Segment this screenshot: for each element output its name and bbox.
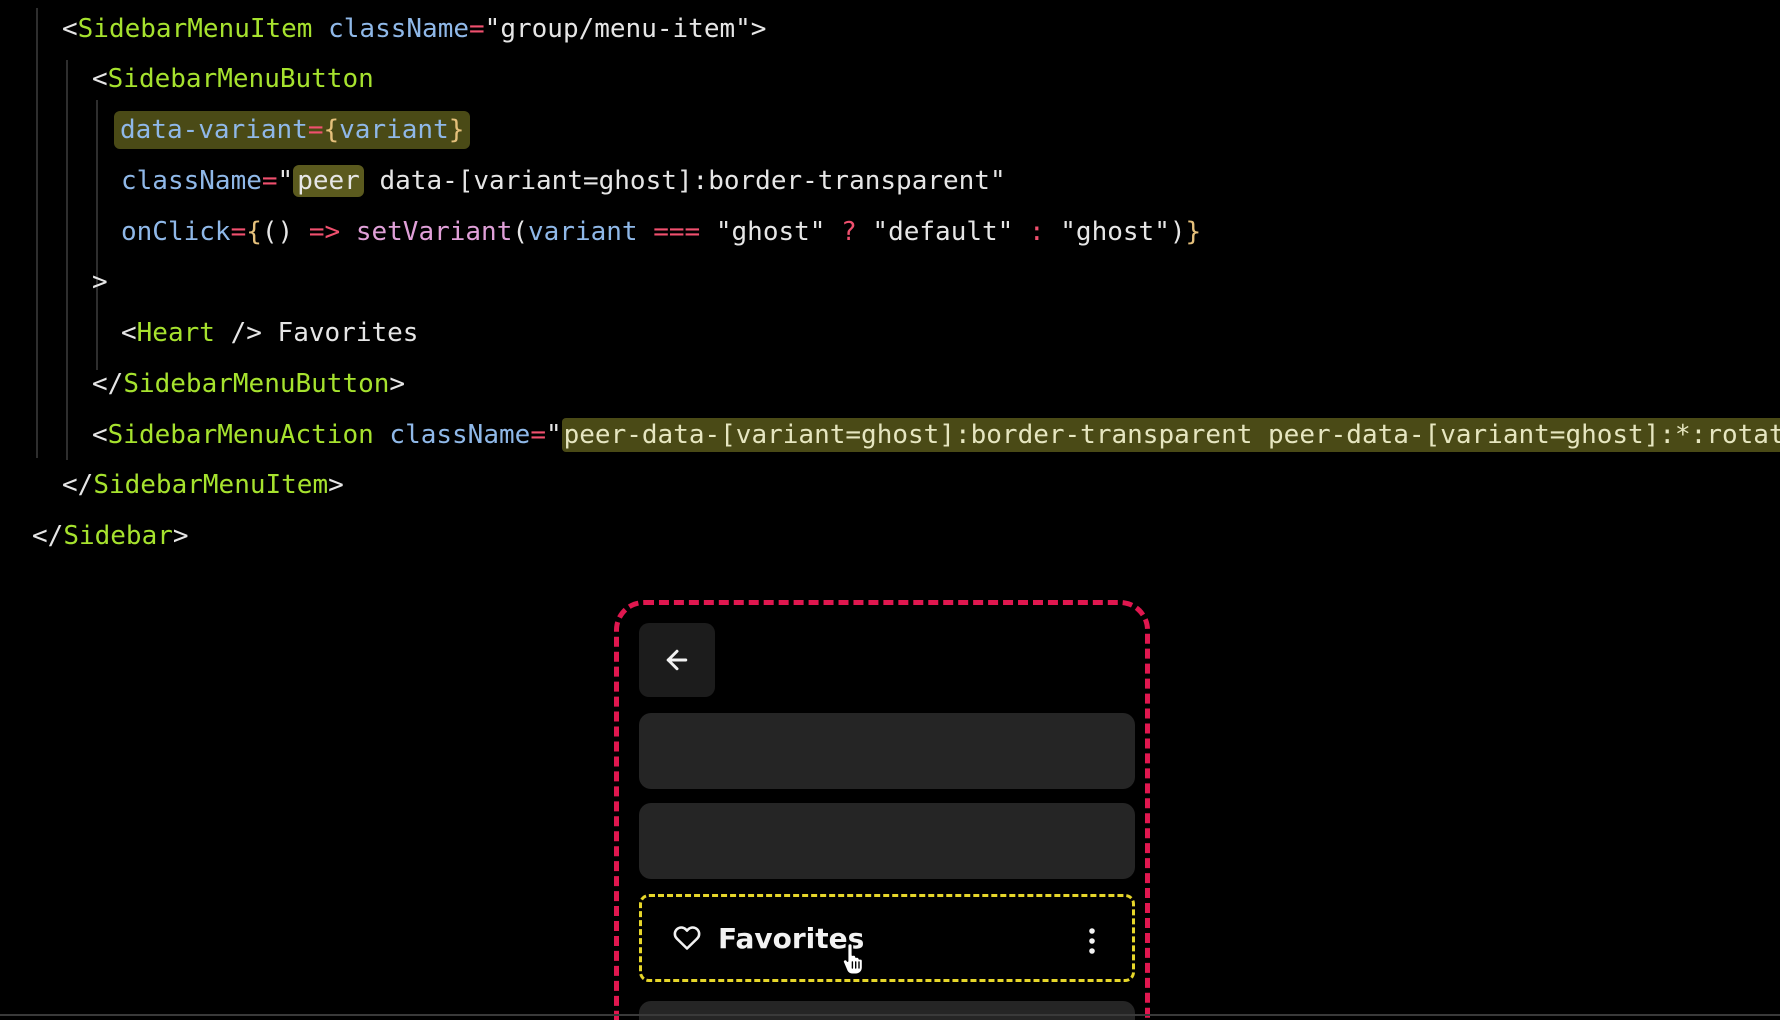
favorites-menu-item[interactable]: Favorites	[639, 894, 1135, 982]
code-line-1: <SidebarMenuItem className="group/menu-i…	[62, 9, 766, 49]
code-token: "	[277, 166, 294, 196]
sidebar-demo: Favorites	[614, 600, 1150, 1020]
code-token: Heart	[136, 318, 215, 348]
code-token-highlight: peer-data-[variant=ghost]:border-transpa…	[561, 418, 1780, 452]
code-token: data-variant	[120, 115, 308, 145]
code-token: </	[92, 369, 124, 399]
code-token: SidebarMenuButton	[107, 64, 374, 94]
sidebar-menu-item[interactable]	[639, 713, 1135, 789]
code-token: ()	[261, 217, 309, 247]
code-editor: <SidebarMenuItem className="group/menu-i…	[0, 0, 1780, 560]
code-line-3: data-variant={variant}	[114, 110, 471, 150]
code-line-9: <SidebarMenuAction className="peer-data-…	[92, 415, 1780, 455]
code-token: className	[121, 166, 262, 196]
sidebar-menu-item[interactable]	[639, 1001, 1135, 1020]
code-token: Favorites	[261, 318, 419, 348]
bottom-divider	[0, 1014, 1780, 1016]
code-token: >	[172, 521, 189, 551]
code-token: =	[261, 166, 278, 196]
code-line-6: >	[92, 262, 108, 302]
code-token: <	[92, 420, 108, 450]
indent-guide	[96, 100, 98, 370]
code-token-highlight: peer	[293, 165, 364, 197]
code-token: "group/menu-item"	[484, 14, 751, 44]
code-token: SidebarMenuButton	[123, 369, 390, 399]
code-token: variant	[339, 115, 449, 145]
code-token: )	[1169, 217, 1186, 247]
sidebar-menu-item[interactable]	[639, 803, 1135, 879]
code-token: data-[variant=ghost]:border-transparent"	[363, 166, 1006, 196]
code-token: <	[62, 14, 78, 44]
code-line-2: <SidebarMenuButton	[92, 59, 374, 99]
code-line-7: <Heart /> Favorites	[121, 313, 418, 353]
code-token: "ghost"	[1060, 217, 1170, 247]
hand-pointer-cursor-icon	[842, 942, 864, 975]
arrow-left-icon	[666, 649, 688, 671]
code-token: =	[530, 420, 546, 450]
code-token: SidebarMenuAction	[107, 420, 374, 450]
code-token: ===	[637, 217, 716, 247]
back-button[interactable]	[639, 623, 715, 697]
code-token: (	[512, 217, 529, 247]
code-token: >	[750, 14, 767, 44]
code-line-4: className=" peer data-[variant=ghost]:bor…	[121, 161, 1006, 201]
code-token: onClick	[121, 217, 231, 247]
highlight-block: data-variant={variant}	[114, 111, 471, 149]
code-token: {	[246, 217, 262, 247]
code-line-11: </Sidebar>	[32, 516, 189, 556]
code-token: Sidebar	[63, 521, 173, 551]
code-token: "default"	[872, 217, 1014, 247]
code-token: "	[545, 420, 562, 450]
code-token: <	[121, 318, 137, 348]
code-token: SidebarMenuItem	[77, 14, 313, 44]
code-token: >	[92, 267, 108, 297]
code-token: setVariant	[340, 217, 513, 247]
code-token: variant	[528, 217, 638, 247]
indent-guide	[36, 8, 38, 458]
code-line-8: </SidebarMenuButton>	[92, 364, 405, 404]
more-vertical-icon[interactable]	[1088, 927, 1096, 955]
code-token: =>	[308, 217, 341, 247]
code-token: {	[323, 115, 340, 145]
code-token: </	[62, 470, 94, 500]
code-token: }	[448, 115, 465, 145]
code-line-10: </SidebarMenuItem>	[62, 465, 344, 505]
code-token: SidebarMenuItem	[93, 470, 329, 500]
heart-icon	[672, 924, 702, 952]
indent-guide	[66, 60, 68, 460]
code-token: className	[312, 14, 470, 44]
code-token: className	[373, 420, 531, 450]
code-token: <	[92, 64, 108, 94]
code-token: =	[230, 217, 247, 247]
code-token: </	[32, 521, 64, 551]
code-token: ?	[825, 217, 873, 247]
code-token: >	[328, 470, 344, 500]
code-token: =	[469, 14, 485, 44]
code-line-5: onClick={() => setVariant(variant === "g…	[121, 212, 1201, 252]
code-token: :	[1013, 217, 1061, 247]
code-token: >	[389, 369, 406, 399]
code-token: =	[307, 115, 324, 145]
code-token: }	[1185, 217, 1202, 247]
code-token: "ghost"	[715, 217, 826, 247]
code-token: />	[214, 318, 262, 348]
